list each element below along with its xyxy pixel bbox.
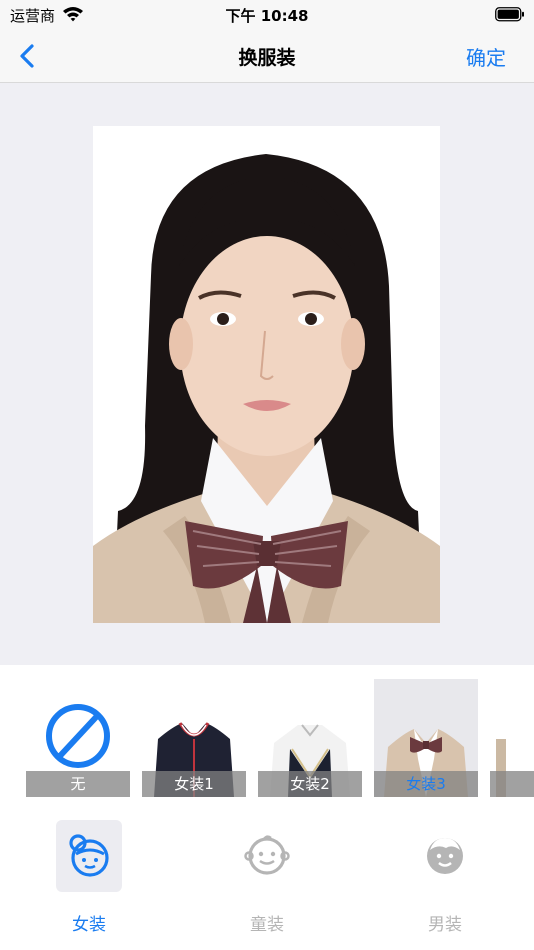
outfit-1[interactable]: 女装1 [142,679,246,797]
outfit-next-partial[interactable] [490,679,534,797]
preview-canvas [0,83,534,665]
outfit-2[interactable]: 女装2 [258,679,362,797]
outfit-strip[interactable]: 无 女装1 女装2 女装3 [0,665,534,810]
tab-children[interactable]: 童装 [207,820,327,940]
tab-women[interactable]: 女装 [29,820,149,940]
tab-label: 女装 [72,915,106,935]
page-title: 换服装 [238,47,296,69]
outfit-none[interactable]: 无 [26,679,130,797]
outfit-3[interactable]: 女装3 [374,679,478,797]
status-time: 下午 10:48 [225,7,309,25]
outfit-label: 女装3 [374,771,478,797]
confirm-button[interactable]: 确定 [466,42,506,71]
tab-label: 童装 [250,915,284,935]
id-photo [93,126,440,623]
outfit-label: 女装1 [142,771,246,797]
status-bar: 运营商 下午 10:48 [0,0,534,30]
tab-label: 男装 [428,915,462,935]
outfit-label: 女装2 [258,771,362,797]
navigation-bar: 换服装 确定 [0,30,534,83]
tab-men[interactable]: 男装 [385,820,505,940]
boy-face-icon [427,838,463,874]
outfit-label: 无 [26,771,130,797]
category-tab-bar: 女装 童装 男装 [0,810,534,950]
girl-face-icon [69,834,109,877]
child-face-icon [244,835,290,875]
battery-icon [495,7,524,22]
